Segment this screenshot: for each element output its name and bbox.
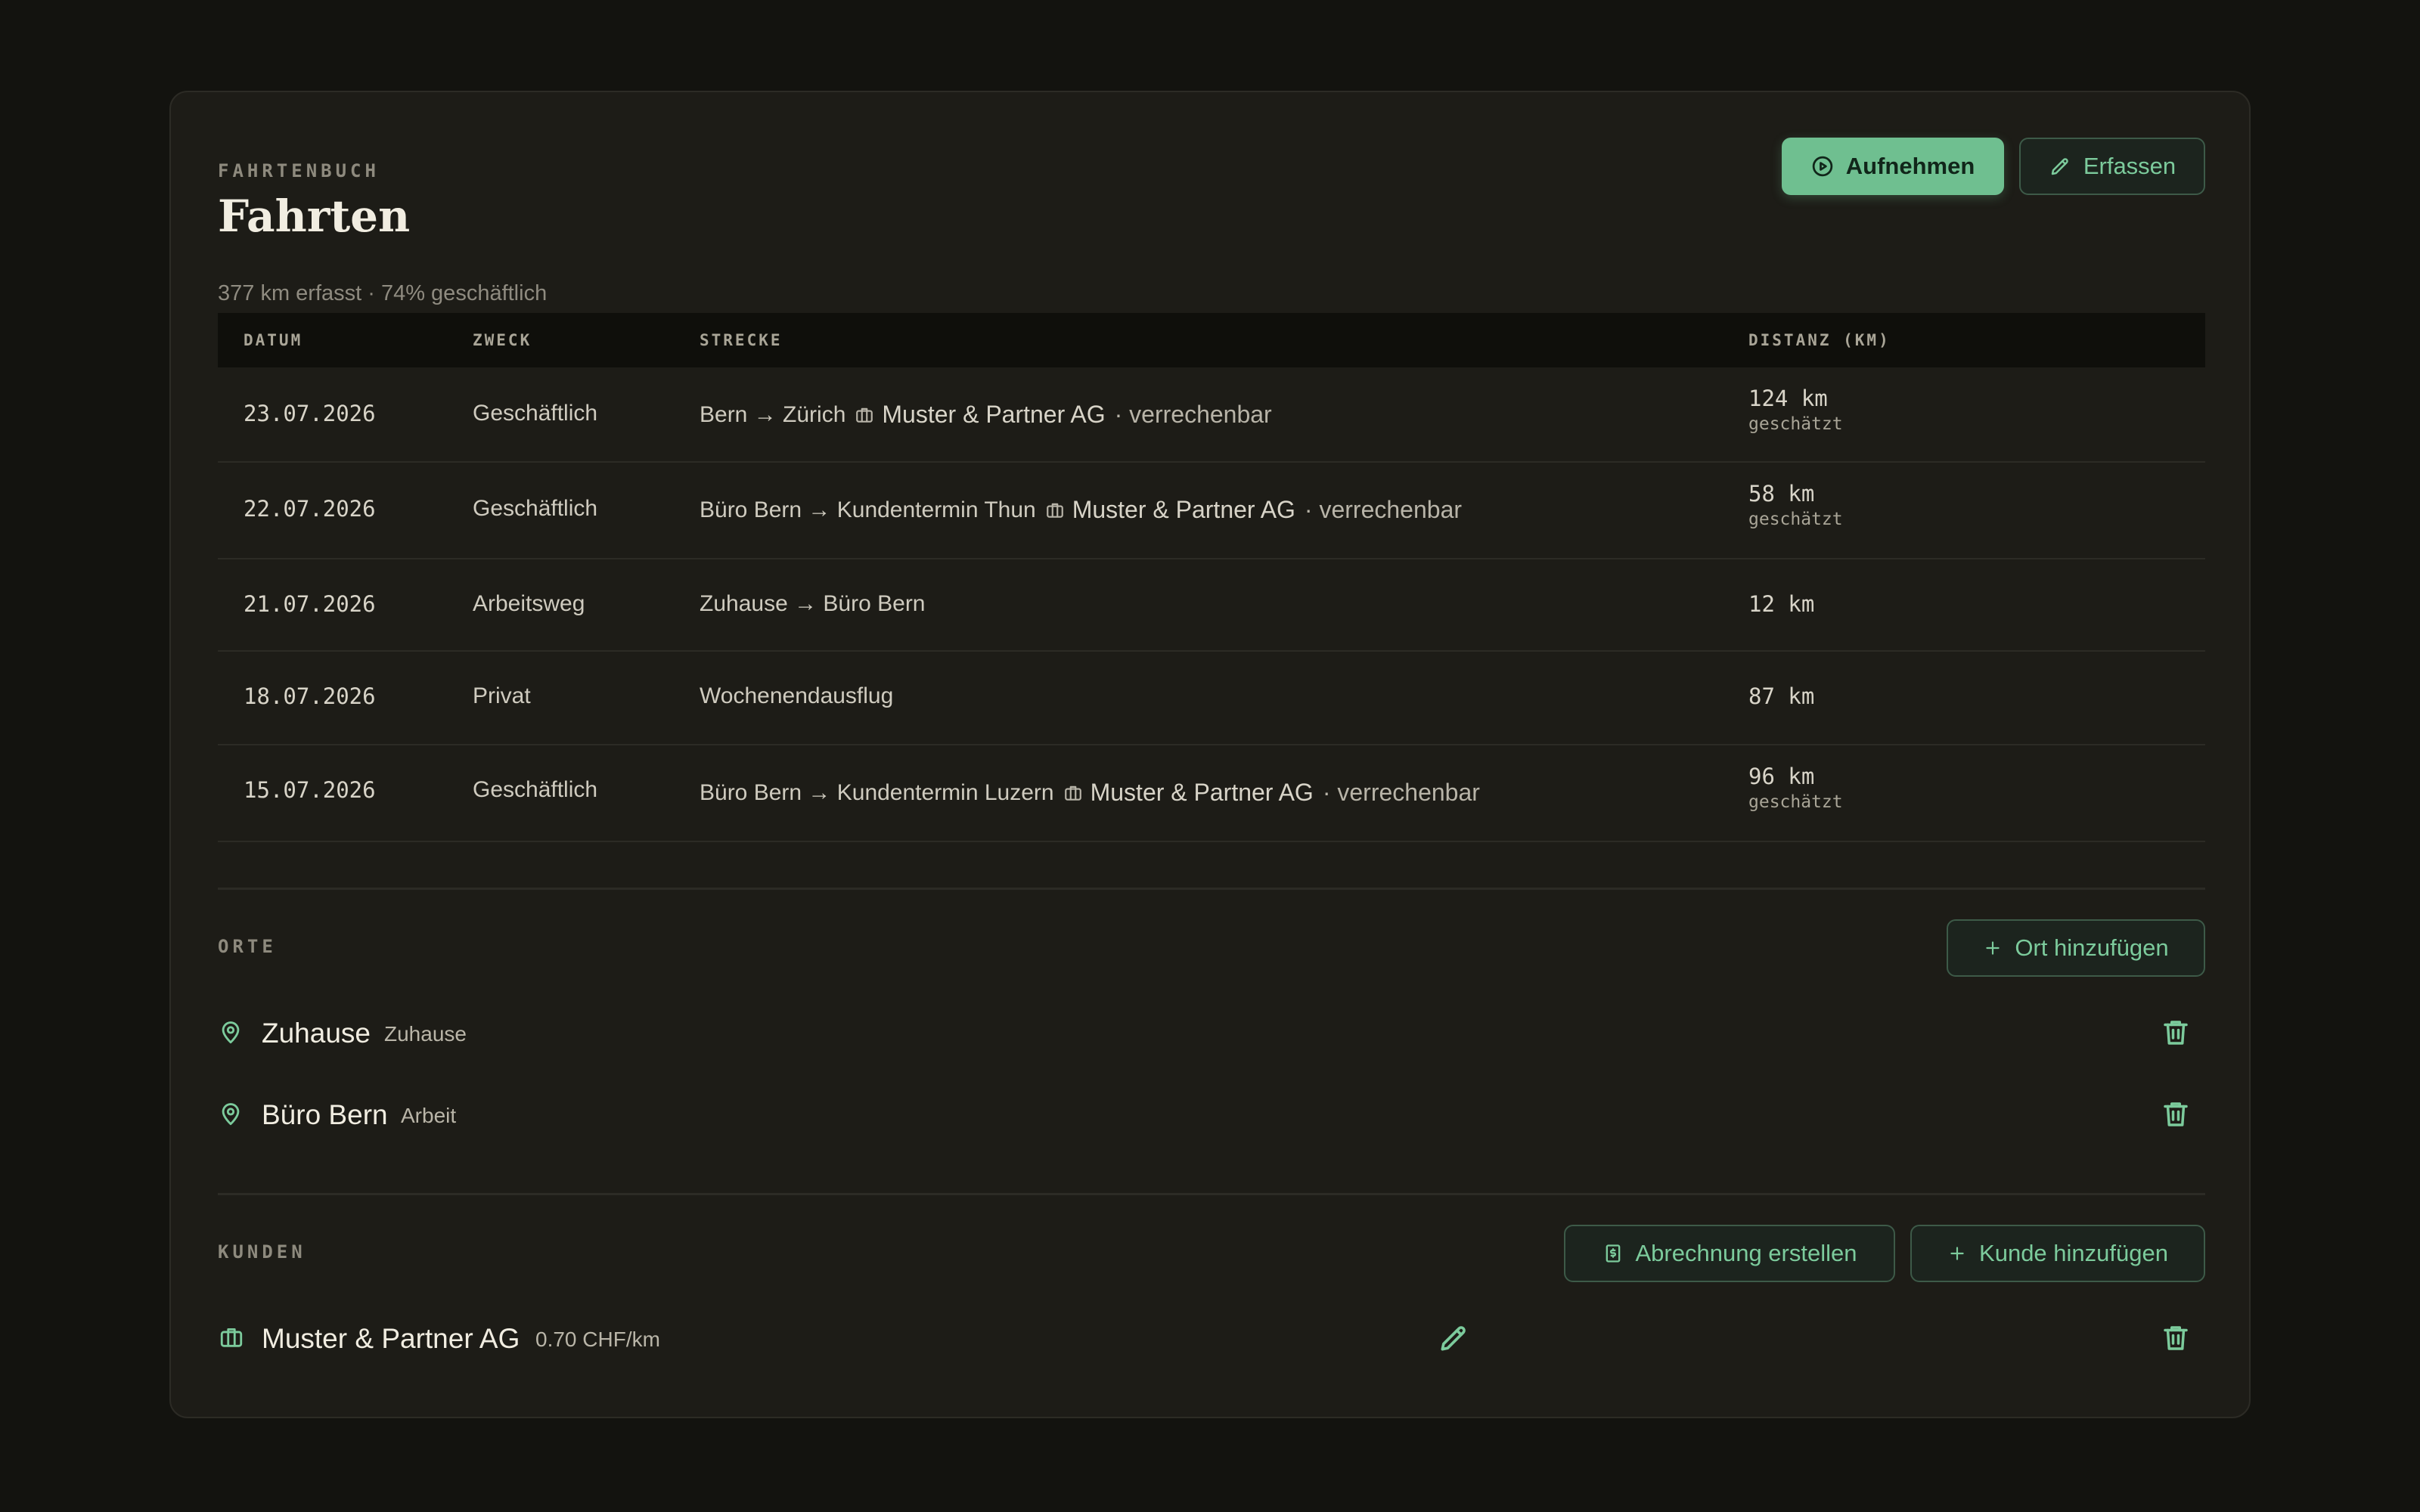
place-item[interactable]: Zuhause Zuhause: [218, 1010, 2205, 1055]
table-row[interactable]: 21.07.2026 Arbeitsweg Zuhause → Büro Ber…: [218, 559, 2205, 652]
trip-purpose: Privat: [473, 683, 531, 708]
add-client-button[interactable]: Kunde hinzufügen: [1910, 1225, 2205, 1282]
trip-distance: 12 km: [1748, 591, 1815, 617]
trip-date: 18.07.2026: [244, 683, 376, 709]
capture-button[interactable]: Erfassen: [2019, 138, 2205, 195]
trip-distance-cell: 58 km geschätzt: [1748, 481, 1843, 529]
briefcase-icon: [855, 405, 874, 425]
section-divider: [218, 1193, 2205, 1195]
place-type: Zuhause: [384, 1022, 467, 1046]
trip-billing: · verrechenbar: [1304, 496, 1463, 523]
trip-estimate-note: geschätzt: [1748, 792, 1843, 812]
column-header-date: DATUM: [244, 331, 303, 349]
pencil-icon: [2049, 155, 2071, 178]
column-header-route: STRECKE: [700, 331, 783, 349]
play-circle-icon: [1811, 155, 1834, 178]
table-row[interactable]: 15.07.2026 Geschäftlich Büro Bern → Kund…: [218, 745, 2205, 842]
trip-route-text: Büro Bern → Kundentermin Thun: [700, 497, 1036, 522]
section-eyebrow: FAHRTENBUCH: [218, 160, 380, 181]
add-place-button[interactable]: Ort hinzufügen: [1947, 919, 2205, 977]
trip-route: Wochenendausflug: [700, 683, 893, 709]
trip-purpose: Geschäftlich: [473, 777, 598, 802]
trip-distance-cell: 124 km geschätzt: [1748, 386, 1843, 434]
trip-distance: 58 km: [1748, 481, 1815, 507]
place-name: Zuhause: [262, 1018, 371, 1049]
section-divider: [218, 888, 2205, 890]
trip-client: Muster & Partner AG: [1072, 496, 1295, 523]
record-button-label: Aufnehmen: [1845, 153, 1975, 179]
table-row[interactable]: 22.07.2026 Geschäftlich Büro Bern → Kund…: [218, 463, 2205, 559]
place-type: Arbeit: [401, 1104, 457, 1127]
clients-heading: KUNDEN: [218, 1241, 306, 1263]
client-name: Muster & Partner AG: [262, 1323, 520, 1354]
trip-route-text: Bern → Zürich: [700, 401, 846, 427]
create-invoice-button-label: Abrechnung erstellen: [1635, 1240, 1857, 1266]
trip-date: 22.07.2026: [244, 496, 376, 522]
trip-distance-cell: 12 km: [1748, 591, 1814, 617]
add-place-button-label: Ort hinzufügen: [2015, 934, 2169, 961]
trip-client: Muster & Partner AG: [1090, 779, 1314, 806]
trip-date: 15.07.2026: [244, 777, 376, 803]
trip-estimate-note: geschätzt: [1748, 414, 1843, 434]
client-item[interactable]: Muster & Partner AG 0.70 CHF/km: [218, 1314, 2205, 1359]
trip-purpose: Geschäftlich: [473, 496, 598, 521]
place-name: Büro Bern: [262, 1099, 388, 1130]
trips-card: FAHRTENBUCH Fahrten 377 km erfasst · 74%…: [169, 91, 2251, 1418]
trip-billing: · verrechenbar: [1322, 779, 1480, 806]
trash-icon[interactable]: [2160, 1321, 2192, 1359]
place-item[interactable]: Büro Bern Arbeit: [218, 1090, 2205, 1136]
trip-route: Büro Bern → Kundentermin Thun Muster & P…: [700, 496, 1462, 524]
trip-distance: 96 km: [1748, 764, 1815, 789]
trip-client: Muster & Partner AG: [882, 401, 1106, 428]
trip-route: Zuhause → Büro Bern: [700, 591, 926, 617]
trips-summary: 377 km erfasst · 74% geschäftlich: [218, 281, 548, 305]
trip-estimate-note: geschätzt: [1748, 510, 1843, 529]
trip-purpose: Arbeitsweg: [473, 591, 585, 616]
trip-date: 21.07.2026: [244, 591, 376, 617]
trip-distance: 124 km: [1748, 386, 1828, 411]
record-button[interactable]: Aufnehmen: [1782, 138, 2004, 195]
trip-date: 23.07.2026: [244, 401, 376, 426]
column-header-distance: DISTANZ (KM): [1748, 331, 1891, 349]
column-header-purpose: ZWECK: [473, 331, 532, 349]
trip-billing: · verrechenbar: [1114, 401, 1272, 428]
client-rate: 0.70 CHF/km: [535, 1328, 660, 1351]
trip-route: Bern → Zürich Muster & Partner AG · verr…: [700, 401, 1272, 429]
trips-table-header: DATUM ZWECK STRECKE DISTANZ (KM): [218, 313, 2205, 367]
table-row[interactable]: 18.07.2026 Privat Wochenendausflug 87 km: [218, 652, 2205, 745]
table-row[interactable]: 23.07.2026 Geschäftlich Bern → Zürich Mu…: [218, 367, 2205, 463]
trip-purpose: Geschäftlich: [473, 401, 598, 426]
edit-client-icon[interactable]: [1437, 1321, 1470, 1359]
create-invoice-button[interactable]: Abrechnung erstellen: [1564, 1225, 1895, 1282]
map-pin-icon: [218, 1101, 244, 1132]
places-heading: ORTE: [218, 936, 277, 957]
briefcase-icon: [1063, 783, 1083, 803]
add-client-button-label: Kunde hinzufügen: [1979, 1240, 2168, 1266]
capture-button-label: Erfassen: [2083, 153, 2176, 179]
plus-icon: [1983, 938, 2003, 958]
trash-icon[interactable]: [2160, 1098, 2192, 1135]
page-title: Fahrten: [218, 191, 411, 242]
map-pin-icon: [218, 1019, 244, 1050]
trip-route-text: Büro Bern → Kundentermin Luzern: [700, 779, 1054, 805]
plus-icon: [1947, 1244, 1967, 1263]
trip-route-text: Wochenendausflug: [700, 683, 894, 708]
trip-distance-cell: 96 km geschätzt: [1748, 764, 1843, 812]
trash-icon[interactable]: [2160, 1016, 2192, 1053]
trip-route-text: Zuhause → Büro Bern: [700, 591, 926, 616]
trip-distance-cell: 87 km: [1748, 683, 1814, 709]
invoice-icon: [1602, 1242, 1624, 1265]
briefcase-icon: [1045, 500, 1065, 520]
trip-route: Büro Bern → Kundentermin Luzern Muster &…: [700, 779, 1480, 807]
briefcase-icon: [218, 1325, 245, 1354]
trip-distance: 87 km: [1748, 683, 1815, 709]
